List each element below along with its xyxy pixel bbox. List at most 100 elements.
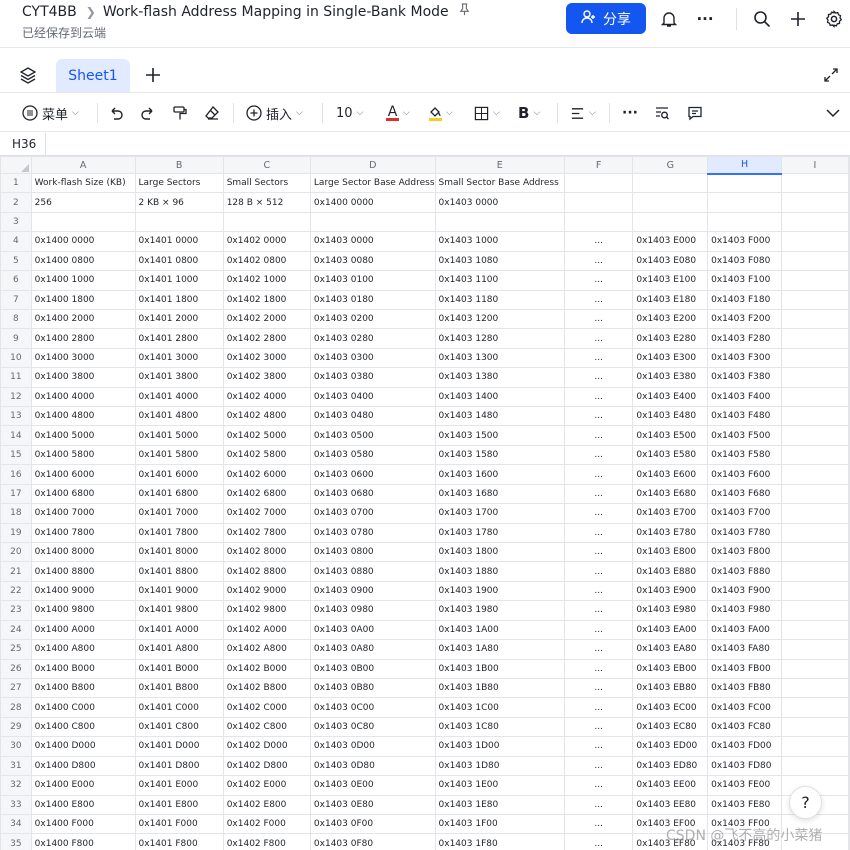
- cell-f24[interactable]: ...: [563, 619, 634, 641]
- cell-c15[interactable]: 0x1402 5800: [222, 444, 311, 466]
- row-header[interactable]: 17: [0, 483, 32, 505]
- cell-f27[interactable]: ...: [563, 677, 634, 699]
- cell-c14[interactable]: 0x1402 5000: [222, 425, 311, 446]
- cell-h24[interactable]: 0x1403 FA00: [707, 619, 782, 641]
- document-title[interactable]: Work-flash Address Mapping in Single-Ban…: [103, 4, 449, 20]
- cell-d18[interactable]: 0x1403 0700: [309, 503, 436, 524]
- cell-f29[interactable]: ...: [563, 716, 634, 738]
- cell-e28[interactable]: 0x1403 1C00: [434, 697, 565, 718]
- cell-d3[interactable]: [309, 211, 436, 233]
- cell-a18[interactable]: 0x1400 7000: [30, 503, 136, 524]
- cell-c8[interactable]: 0x1402 2000: [222, 308, 311, 330]
- cell-d7[interactable]: 0x1403 0180: [309, 289, 436, 310]
- cell-d35[interactable]: 0x1403 0F80: [309, 833, 436, 850]
- cell-f14[interactable]: ...: [563, 425, 634, 446]
- cell-g28[interactable]: 0x1403 EC00: [632, 697, 709, 718]
- cell-h19[interactable]: 0x1403 F780: [707, 522, 782, 544]
- cell-h5[interactable]: 0x1403 F080: [707, 250, 782, 272]
- cell-h4[interactable]: 0x1403 F000: [707, 231, 782, 252]
- row-header[interactable]: 8: [0, 308, 32, 330]
- cell-g9[interactable]: 0x1403 E280: [632, 328, 709, 349]
- cell-a25[interactable]: 0x1400 A800: [30, 639, 136, 660]
- cell-d2[interactable]: 0x1400 0000: [309, 192, 436, 213]
- cell-c12[interactable]: 0x1402 4000: [222, 386, 311, 408]
- cell-i19[interactable]: [780, 522, 850, 544]
- cell-i1[interactable]: [780, 172, 850, 194]
- cell-e4[interactable]: 0x1403 1000: [434, 231, 565, 252]
- cell-i20[interactable]: [780, 542, 850, 563]
- cell-g8[interactable]: 0x1403 E200: [632, 308, 709, 330]
- cell-a5[interactable]: 0x1400 0800: [30, 250, 136, 272]
- row-header[interactable]: 3: [0, 211, 32, 233]
- cell-e15[interactable]: 0x1403 1580: [434, 444, 565, 466]
- cell-h10[interactable]: 0x1403 F300: [707, 347, 782, 369]
- cell-h14[interactable]: 0x1403 F500: [707, 425, 782, 446]
- row-header[interactable]: 28: [0, 697, 32, 718]
- find-button[interactable]: [654, 101, 670, 125]
- cell-f17[interactable]: ...: [563, 483, 634, 505]
- cell-e20[interactable]: 0x1403 1800: [434, 542, 565, 563]
- row-header[interactable]: 24: [0, 619, 32, 641]
- cell-c21[interactable]: 0x1402 8800: [222, 561, 311, 582]
- cell-a20[interactable]: 0x1400 8000: [30, 542, 136, 563]
- cell-b24[interactable]: 0x1401 A000: [134, 619, 224, 641]
- column-header-d[interactable]: D: [309, 156, 436, 174]
- cell-d9[interactable]: 0x1403 0280: [309, 328, 436, 349]
- row-header[interactable]: 7: [0, 289, 32, 310]
- cell-h22[interactable]: 0x1403 F900: [707, 580, 782, 602]
- cell-a16[interactable]: 0x1400 6000: [30, 464, 136, 485]
- cell-f11[interactable]: ...: [563, 367, 634, 388]
- cell-f12[interactable]: ...: [563, 386, 634, 408]
- cell-i7[interactable]: [780, 289, 850, 310]
- search-icon[interactable]: [751, 8, 773, 30]
- row-header[interactable]: 15: [0, 444, 32, 466]
- row-header[interactable]: 4: [0, 231, 32, 252]
- cell-h12[interactable]: 0x1403 F400: [707, 386, 782, 408]
- cell-i9[interactable]: [780, 328, 850, 349]
- cell-d27[interactable]: 0x1403 0B80: [309, 677, 436, 699]
- cell-d8[interactable]: 0x1403 0200: [309, 308, 436, 330]
- cell-b26[interactable]: 0x1401 B000: [134, 658, 224, 679]
- cell-c2[interactable]: 128 B × 512: [222, 192, 311, 213]
- cell-h8[interactable]: 0x1403 F200: [707, 308, 782, 330]
- cell-e22[interactable]: 0x1403 1900: [434, 580, 565, 602]
- cell-g30[interactable]: 0x1403 ED00: [632, 736, 709, 757]
- cell-a1[interactable]: Work-flash Size (KB): [30, 172, 136, 194]
- cell-c31[interactable]: 0x1402 D800: [222, 755, 311, 777]
- cell-c17[interactable]: 0x1402 6800: [222, 483, 311, 505]
- cell-g20[interactable]: 0x1403 E800: [632, 542, 709, 563]
- cell-c7[interactable]: 0x1402 1800: [222, 289, 311, 310]
- cell-e32[interactable]: 0x1403 1E00: [434, 775, 565, 796]
- cell-d5[interactable]: 0x1403 0080: [309, 250, 436, 272]
- cell-f20[interactable]: ...: [563, 542, 634, 563]
- cell-c33[interactable]: 0x1402 E800: [222, 794, 311, 815]
- cell-b1[interactable]: Large Sectors: [134, 172, 224, 194]
- cell-f32[interactable]: ...: [563, 775, 634, 796]
- cell-h28[interactable]: 0x1403 FC00: [707, 697, 782, 718]
- cell-d21[interactable]: 0x1403 0880: [309, 561, 436, 582]
- cell-i23[interactable]: [780, 600, 850, 621]
- cell-c13[interactable]: 0x1402 4800: [222, 406, 311, 427]
- cell-c6[interactable]: 0x1402 1000: [222, 270, 311, 291]
- cell-e13[interactable]: 0x1403 1480: [434, 406, 565, 427]
- cell-b13[interactable]: 0x1401 4800: [134, 406, 224, 427]
- cell-e14[interactable]: 0x1403 1500: [434, 425, 565, 446]
- cell-e25[interactable]: 0x1403 1A80: [434, 639, 565, 660]
- cell-d10[interactable]: 0x1403 0300: [309, 347, 436, 369]
- cell-c10[interactable]: 0x1402 3000: [222, 347, 311, 369]
- cell-g17[interactable]: 0x1403 E680: [632, 483, 709, 505]
- column-header-a[interactable]: A: [30, 156, 136, 174]
- gear-icon[interactable]: [823, 8, 845, 30]
- cell-e17[interactable]: 0x1403 1680: [434, 483, 565, 505]
- cell-a26[interactable]: 0x1400 B000: [30, 658, 136, 679]
- cell-e23[interactable]: 0x1403 1980: [434, 600, 565, 621]
- cell-a23[interactable]: 0x1400 9800: [30, 600, 136, 621]
- cell-b16[interactable]: 0x1401 6000: [134, 464, 224, 485]
- cell-d16[interactable]: 0x1403 0600: [309, 464, 436, 485]
- cell-c35[interactable]: 0x1402 F800: [222, 833, 311, 850]
- cell-a31[interactable]: 0x1400 D800: [30, 755, 136, 777]
- cell-c30[interactable]: 0x1402 D000: [222, 736, 311, 757]
- more-icon[interactable]: ···: [694, 8, 716, 30]
- cell-e8[interactable]: 0x1403 1200: [434, 308, 565, 330]
- cell-i21[interactable]: [780, 561, 850, 582]
